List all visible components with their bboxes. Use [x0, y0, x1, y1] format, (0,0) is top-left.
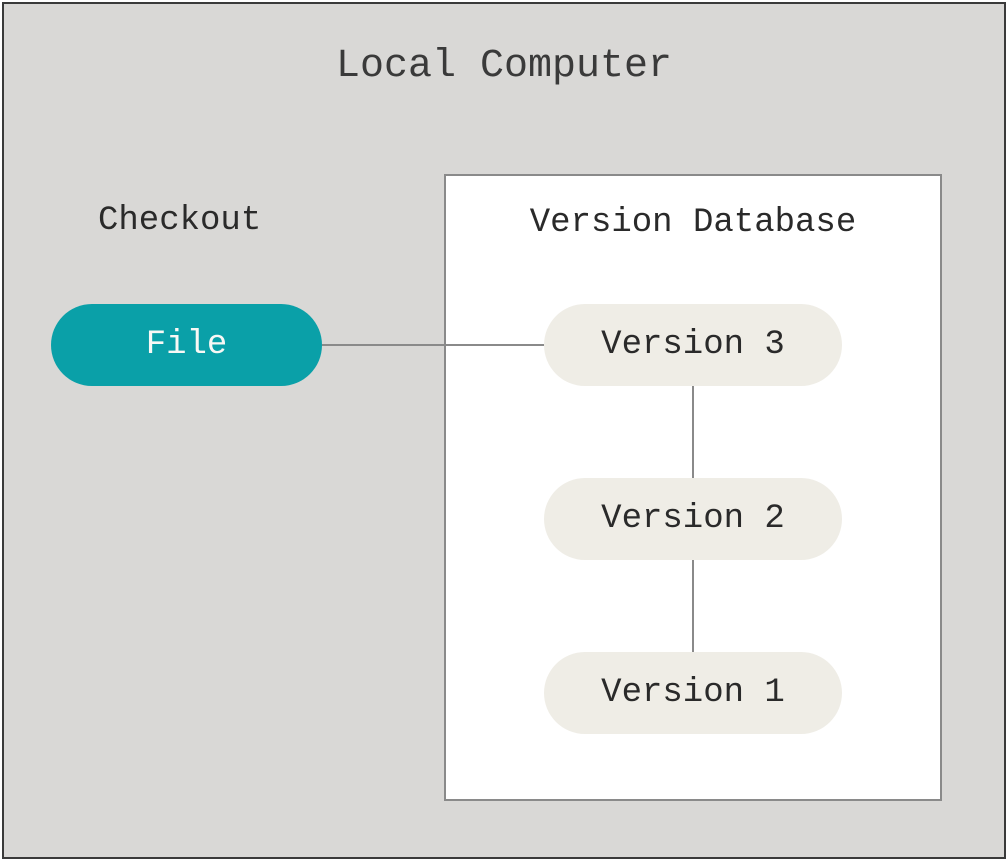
- file-node: File: [51, 304, 322, 386]
- version-3-label: Version 3: [601, 326, 785, 364]
- version-2-node: Version 2: [544, 478, 842, 560]
- version-2-label: Version 2: [601, 500, 785, 538]
- local-computer-title: Local Computer: [4, 44, 1004, 89]
- connector-v2-to-v1: [692, 560, 694, 652]
- version-database-label: Version Database: [446, 204, 940, 242]
- connector-file-to-v3: [322, 344, 544, 346]
- connector-v3-to-v2: [692, 386, 694, 478]
- version-3-node: Version 3: [544, 304, 842, 386]
- file-node-label: File: [146, 326, 228, 364]
- version-1-label: Version 1: [601, 674, 785, 712]
- local-computer-container: Local Computer Checkout Version Database…: [2, 2, 1006, 859]
- checkout-label: Checkout: [98, 202, 261, 240]
- version-1-node: Version 1: [544, 652, 842, 734]
